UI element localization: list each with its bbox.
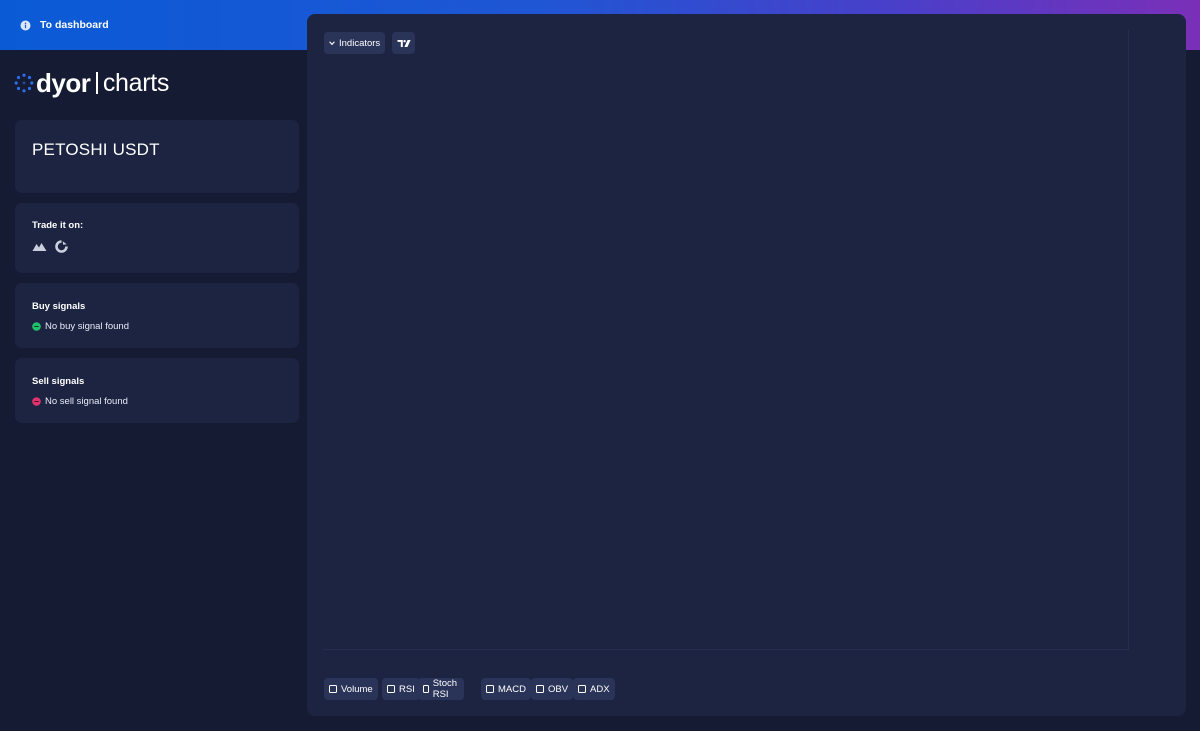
logo-divider (96, 72, 98, 94)
tradingview-button[interactable] (392, 32, 415, 54)
toggle-volume[interactable]: Volume (324, 678, 378, 700)
buy-signals-card: Buy signals No buy signal found (15, 283, 299, 348)
toggle-macd[interactable]: MACD (481, 678, 531, 700)
sell-signals-card: Sell signals No sell signal found (15, 358, 299, 423)
dyor-charts-logo[interactable]: dyor charts (14, 68, 169, 98)
info-circle-icon (20, 20, 31, 31)
toggle-stoch-rsi[interactable]: Stoch RSI (418, 678, 465, 700)
volume-checkbox[interactable] (329, 685, 337, 693)
trade-card: Trade it on: (15, 203, 299, 273)
pair-card: PETOSHI USDT (15, 120, 299, 193)
to-dashboard-label: To dashboard (40, 19, 109, 31)
adx-checkbox[interactable] (578, 685, 586, 693)
toggle-adx-label: ADX (590, 683, 610, 695)
buy-signal-text: No buy signal found (45, 321, 129, 332)
toggle-rsi-label: RSI (399, 683, 415, 695)
macd-checkbox[interactable] (486, 685, 494, 693)
logo-sub-text: charts (102, 68, 170, 97)
toggle-obv[interactable]: OBV (531, 678, 574, 700)
toggle-volume-label: Volume (341, 683, 373, 695)
toggle-rsi[interactable]: RSI (382, 678, 420, 700)
obv-checkbox[interactable] (536, 685, 544, 693)
stoch-rsi-checkbox[interactable] (423, 685, 429, 693)
sell-signal-status: No sell signal found (32, 396, 128, 407)
sell-signals-heading: Sell signals (32, 376, 85, 387)
rsi-checkbox[interactable] (387, 685, 395, 693)
sell-signal-text: No sell signal found (45, 396, 128, 407)
buy-status-dot-icon (32, 322, 41, 331)
dotted-circle-logo-icon (14, 73, 34, 93)
circle-arrow-exchange-icon[interactable] (54, 239, 69, 254)
to-dashboard-link[interactable]: To dashboard (20, 17, 109, 33)
sell-status-dot-icon (32, 397, 41, 406)
toggle-adx[interactable]: ADX (573, 678, 615, 700)
buy-signals-heading: Buy signals (32, 301, 86, 312)
toggle-obv-label: OBV (548, 683, 569, 695)
indicators-label: Indicators (339, 37, 381, 49)
trade-heading: Trade it on: (32, 220, 84, 231)
logo-brand-text: dyor (36, 67, 91, 98)
toggle-stoch-rsi-label: Stoch RSI (432, 678, 458, 700)
mountain-exchange-icon[interactable] (32, 239, 47, 254)
chevron-down-icon (329, 40, 335, 46)
tradingview-logo-icon (397, 39, 411, 48)
chart-canvas[interactable] (323, 30, 1129, 650)
indicators-dropdown-button[interactable]: Indicators (324, 32, 386, 54)
exchange-list (32, 239, 69, 254)
chart-panel: Indicators Volume RSI Stoch RSI MACD OBV… (307, 14, 1186, 716)
toggle-macd-label: MACD (498, 683, 526, 695)
pair-symbol: PETOSHI USDT (32, 140, 160, 159)
buy-signal-status: No buy signal found (32, 321, 129, 332)
